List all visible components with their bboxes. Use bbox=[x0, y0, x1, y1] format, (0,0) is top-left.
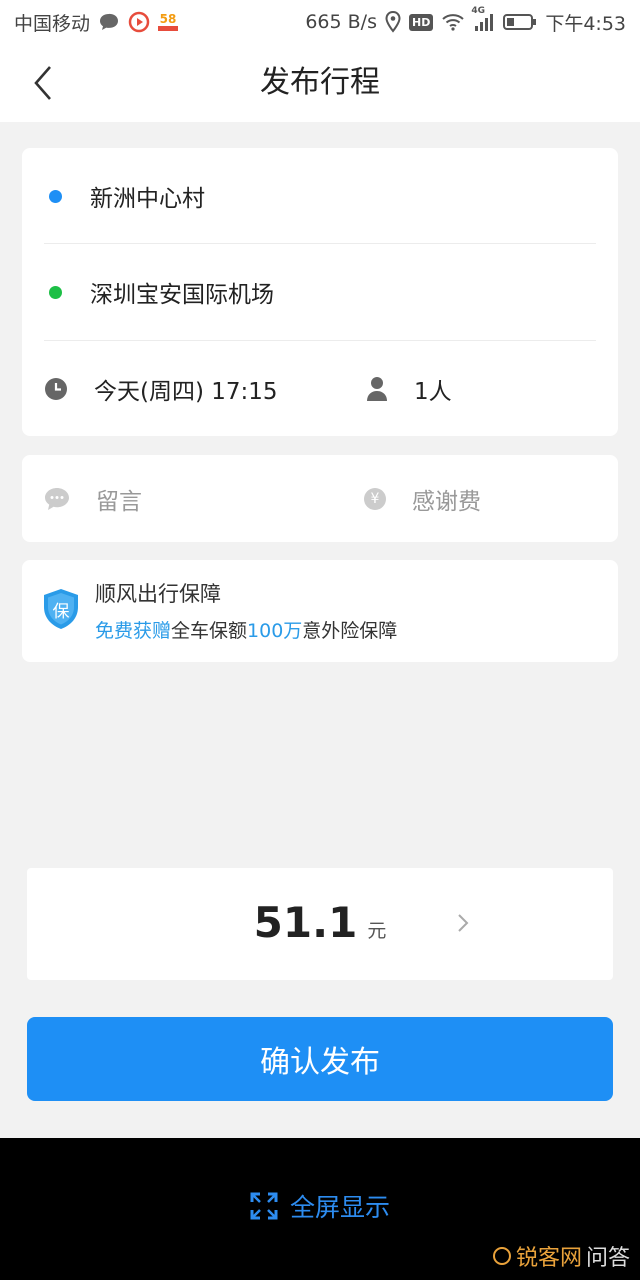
passenger-count-field[interactable]: 1人 bbox=[366, 341, 452, 436]
price-amount: 51.1 bbox=[253, 898, 358, 947]
insurance-desc-highlight-free: 免费获赠 bbox=[95, 620, 172, 642]
insurance-desc-text-end: 意外险保障 bbox=[302, 620, 398, 642]
insurance-description: 免费获赠全车保额100万意外险保障 bbox=[95, 616, 397, 643]
location-pin-icon bbox=[385, 11, 401, 33]
yuan-icon: ¥ bbox=[364, 487, 386, 510]
insurance-shield-icon: 保 bbox=[42, 588, 80, 630]
insurance-desc-text: 全车保额 bbox=[171, 620, 248, 642]
bottom-bar: 全屏显示 锐客网 问答 bbox=[0, 1138, 640, 1280]
passenger-count-text: 1人 bbox=[414, 378, 452, 405]
cellular-signal-icon: 4G bbox=[471, 6, 495, 32]
watermark-suffix: 问答 bbox=[585, 1246, 630, 1271]
thanks-fee-field[interactable]: ¥ 感谢费 bbox=[364, 455, 481, 542]
origin-text: 新洲中心村 bbox=[90, 186, 205, 212]
departure-time-text: 今天(周四) 17:15 bbox=[94, 378, 278, 405]
clock-time: 下午4:53 bbox=[545, 12, 626, 35]
nav-bar: 发布行程 bbox=[0, 44, 640, 122]
network-speed: 665 B/s bbox=[305, 11, 377, 33]
thanks-fee-placeholder: 感谢费 bbox=[412, 488, 481, 515]
destination-dot-icon bbox=[49, 285, 62, 299]
wifi-icon bbox=[441, 12, 465, 32]
destination-text: 深圳宝安国际机场 bbox=[90, 282, 274, 308]
insurance-badge-text: 保 bbox=[52, 602, 70, 622]
price-unit: 元 bbox=[367, 920, 387, 942]
watermark-logo-icon bbox=[492, 1247, 511, 1265]
page-title: 发布行程 bbox=[260, 65, 380, 100]
chevron-right-icon bbox=[458, 914, 469, 932]
insurance-card[interactable]: 保 顺风出行保障 免费获赠全车保额100万意外险保障 bbox=[22, 560, 618, 662]
insurance-desc-highlight-amount: 100万 bbox=[247, 620, 303, 642]
58-app-label: 58 bbox=[159, 12, 177, 26]
insurance-title: 顺风出行保障 bbox=[95, 582, 221, 606]
hd-icon: HD bbox=[408, 13, 434, 31]
watermark: 锐客网 问答 bbox=[492, 1240, 630, 1272]
price-display: 51.1 元 bbox=[27, 898, 613, 947]
video-app-icon bbox=[128, 11, 150, 33]
departure-time-field[interactable]: 今天(周四) 17:15 bbox=[44, 341, 278, 436]
signal-type-label: 4G bbox=[471, 6, 485, 16]
trip-card: 新洲中心村 深圳宝安国际机场 今天(周四) 17:15 1人 bbox=[22, 148, 618, 436]
price-card[interactable]: 51.1 元 bbox=[27, 868, 613, 980]
clock-icon bbox=[45, 377, 67, 400]
watermark-text: 锐客网 bbox=[515, 1246, 582, 1271]
fullscreen-button[interactable]: 全屏显示 bbox=[0, 1188, 640, 1224]
extras-card: 留言 ¥ 感谢费 bbox=[22, 455, 618, 542]
58-app-icon: 58 bbox=[158, 12, 179, 31]
origin-dot-icon bbox=[49, 189, 62, 203]
destination-row[interactable]: 深圳宝安国际机场 bbox=[22, 244, 618, 340]
message-field[interactable]: 留言 bbox=[44, 455, 142, 542]
chat-bubble-icon bbox=[98, 12, 120, 32]
message-placeholder: 留言 bbox=[96, 488, 142, 515]
battery-icon bbox=[503, 13, 537, 31]
back-button[interactable] bbox=[22, 62, 64, 104]
chevron-left-icon bbox=[34, 66, 51, 100]
fullscreen-icon bbox=[250, 1192, 278, 1220]
person-icon bbox=[367, 376, 387, 401]
confirm-publish-button[interactable]: 确认发布 bbox=[27, 1017, 613, 1101]
status-bar: 中国移动 58 665 B/s HD 4G 下午4:53 bbox=[0, 0, 640, 44]
message-bubble-icon bbox=[45, 487, 69, 510]
time-passenger-row: 今天(周四) 17:15 1人 bbox=[22, 341, 618, 436]
carrier-label: 中国移动 bbox=[14, 12, 91, 35]
origin-row[interactable]: 新洲中心村 bbox=[22, 148, 618, 244]
fullscreen-label: 全屏显示 bbox=[289, 1193, 390, 1222]
